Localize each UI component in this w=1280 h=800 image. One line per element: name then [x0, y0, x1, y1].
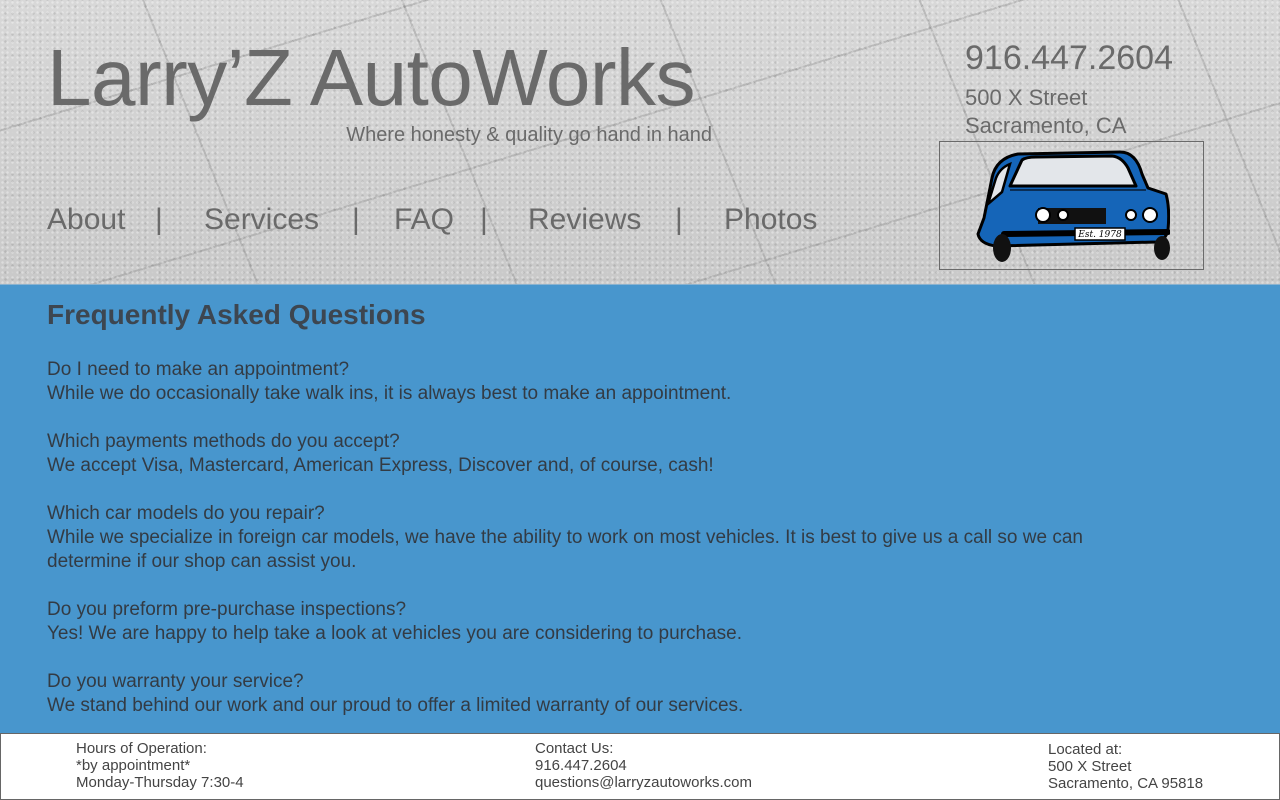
footer-hours-heading: Hours of Operation: [76, 740, 207, 757]
footer-location-line2: Sacramento, CA 95818 [1048, 775, 1204, 792]
faq-item: Do you preform pre-purchase inspections?… [47, 598, 1107, 646]
site-title[interactable]: Larry’Z AutoWorks [47, 34, 695, 122]
site-footer: Hours of Operation: *by appointment* Mon… [0, 733, 1280, 800]
faq-section: Frequently Asked Questions Do I need to … [0, 284, 1280, 733]
car-logo-icon: Est. 1978 [976, 150, 1170, 262]
faq-item: Which car models do you repair? While we… [47, 502, 1107, 574]
faq-answer: While we specialize in foreign car model… [47, 527, 1083, 572]
faq-question: Do you warranty your service? [47, 671, 304, 692]
nav-separator: | [480, 203, 488, 236]
footer-hours: Hours of Operation: *by appointment* Mon… [76, 740, 244, 791]
faq-heading: Frequently Asked Questions [47, 299, 426, 330]
logo-plate-text: Est. 1978 [1077, 230, 1122, 240]
faq-item: Do you warranty your service? We stand b… [47, 670, 1107, 718]
footer-location-heading: Located at: [1048, 741, 1123, 758]
site-tagline: Where honesty & quality go hand in hand [346, 124, 712, 146]
faq-question: Do you preform pre-purchase inspections? [47, 599, 407, 620]
footer-location-line1: 500 X Street [1048, 758, 1132, 775]
footer-hours-note: *by appointment* [76, 757, 191, 774]
faq-answer: We stand behind our work and our proud t… [47, 695, 744, 716]
footer-contact-phone[interactable]: 916.447.2604 [535, 757, 752, 774]
footer-contact: Contact Us: 916.447.2604 questions@larry… [535, 740, 752, 791]
faq-item: Which payments methods do you accept? We… [47, 430, 1107, 478]
faq-answer: We accept Visa, Mastercard, American Exp… [47, 455, 714, 476]
nav-item-about[interactable]: About [47, 202, 125, 238]
faq-answer: While we do occasionally take walk ins, … [47, 383, 732, 404]
faq-question: Which payments methods do you accept? [47, 431, 400, 452]
footer-location: Located at: 500 X Street Sacramento, CA … [1048, 741, 1203, 792]
nav-item-reviews[interactable]: Reviews [528, 202, 641, 238]
faq-answer: Yes! We are happy to help take a look at… [47, 623, 742, 644]
faq-question: Do I need to make an appointment? [47, 359, 350, 380]
nav-separator: | [352, 203, 360, 236]
footer-contact-email[interactable]: questions@larryzautoworks.com [535, 774, 752, 791]
header-address-line1: 500 X Street [965, 85, 1088, 110]
faq-item: Do I need to make an appointment? While … [47, 358, 1107, 406]
nav-item-photos[interactable]: Photos [724, 202, 817, 238]
car-logo: Est. 1978 [939, 141, 1204, 270]
header-contact: 916.447.2604 500 X Street Sacramento, CA [965, 38, 1173, 140]
nav-separator: | [155, 203, 163, 236]
nav-separator: | [675, 203, 683, 236]
faq-list: Do I need to make an appointment? While … [47, 358, 1107, 742]
footer-hours-days: Monday-Thursday 7:30-4 [76, 774, 244, 791]
header-address-line2: Sacramento, CA [965, 113, 1127, 138]
site-header: Larry’Z AutoWorks Where honesty & qualit… [0, 0, 1280, 284]
nav-item-faq[interactable]: FAQ [394, 202, 454, 238]
nav-item-services[interactable]: Services [204, 202, 319, 238]
faq-question: Which car models do you repair? [47, 503, 325, 524]
header-phone[interactable]: 916.447.2604 [965, 38, 1173, 78]
footer-contact-heading: Contact Us: [535, 740, 614, 757]
